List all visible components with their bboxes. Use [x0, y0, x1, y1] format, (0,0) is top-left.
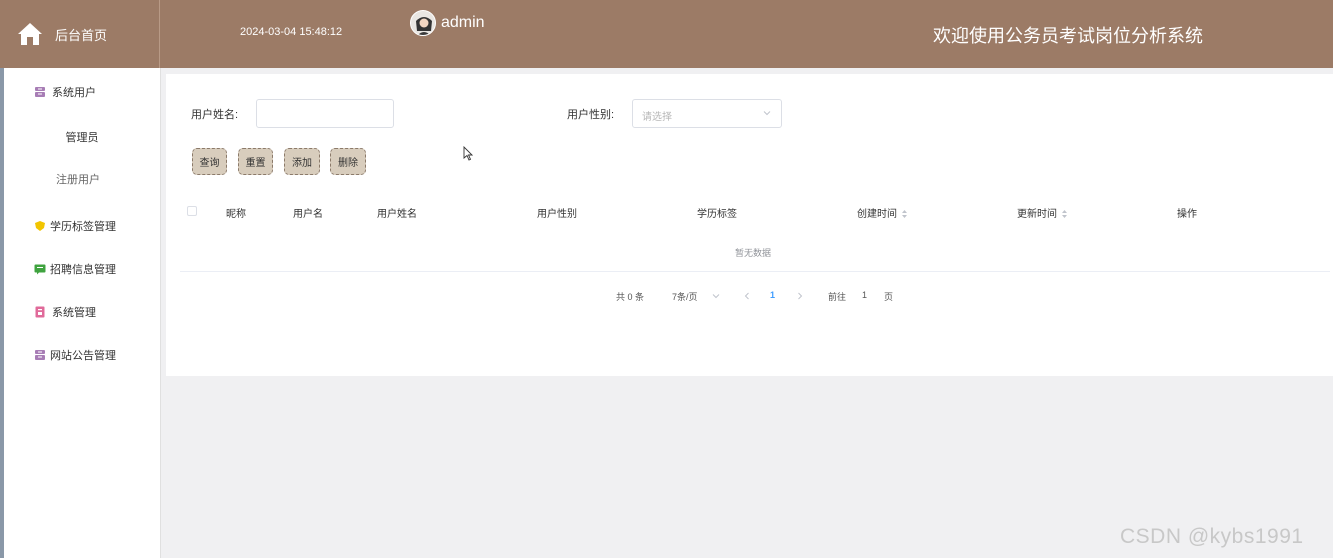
sidebar-subitem-label: 管理员: [65, 132, 99, 144]
column-header-real-name: 用户姓名: [377, 209, 417, 220]
add-button[interactable]: 添加: [284, 148, 320, 175]
user-info[interactable]: admin: [410, 10, 485, 36]
pagination-current-page[interactable]: 1: [770, 290, 775, 300]
archive-icon: [35, 87, 45, 97]
empty-table-text: 暂无数据: [735, 248, 772, 258]
home-link[interactable]: 后台首页: [4, 0, 160, 68]
chevron-down-icon: [763, 111, 771, 116]
sidebar-item-label: 系统用户: [52, 87, 96, 99]
site-title: 欢迎使用公务员考试岗位分析系统: [933, 26, 1203, 46]
column-header-updated-time[interactable]: 更新时间: [1017, 205, 1068, 220]
column-header-label: 创建时间: [857, 209, 897, 220]
gender-filter-label: 用户性别:: [567, 109, 615, 121]
watermark: CSDN @kybs1991: [1120, 525, 1304, 548]
sidebar-subitem-admins[interactable]: 管理员: [4, 129, 160, 145]
sidebar-item-system-management[interactable]: 系统管理: [4, 301, 160, 323]
gender-filter-select[interactable]: 请选择: [632, 99, 782, 128]
sidebar: 系统用户 管理员 注册用户 学历标签管理 招聘信息管理 系统管理 网站公告管理: [4, 68, 161, 558]
chevron-left-icon[interactable]: [743, 292, 751, 300]
sort-icon[interactable]: [1061, 209, 1068, 219]
column-header-education-tag: 学历标签: [697, 209, 737, 220]
delete-button[interactable]: 删除: [330, 148, 366, 175]
goto-page-input[interactable]: 1: [862, 290, 867, 300]
select-all-checkbox[interactable]: [187, 206, 197, 216]
chevron-right-icon[interactable]: [796, 292, 804, 300]
name-filter-input[interactable]: [256, 99, 394, 128]
sidebar-item-system-users[interactable]: 系统用户: [4, 81, 160, 103]
message-icon: [34, 264, 46, 275]
current-datetime: 2024-03-04 15:48:12: [240, 26, 343, 38]
sidebar-item-recruitment[interactable]: 招聘信息管理: [4, 258, 160, 280]
sidebar-subitem-registered-users[interactable]: 注册用户: [0, 171, 156, 187]
reset-button[interactable]: 重置: [238, 148, 273, 175]
page-unit-label: 页: [884, 292, 894, 302]
column-header-created-time[interactable]: 创建时间: [857, 205, 908, 220]
archive-icon: [35, 350, 45, 360]
avatar: [410, 10, 436, 36]
home-label: 后台首页: [55, 27, 108, 43]
pagination-total: 共 0 条: [616, 292, 645, 302]
name-filter-label: 用户姓名:: [191, 109, 239, 121]
document-icon: [35, 306, 45, 318]
sort-icon[interactable]: [901, 209, 908, 219]
chevron-down-icon[interactable]: [712, 292, 720, 300]
mouse-cursor-icon: [463, 146, 473, 161]
gender-filter-placeholder: 请选择: [642, 112, 672, 123]
home-icon: [18, 23, 42, 45]
goto-label: 前往: [828, 292, 847, 302]
top-header: 后台首页 2024-03-04 15:48:12 admin 欢迎使用公务员考试…: [0, 0, 1333, 68]
sidebar-item-label: 网站公告管理: [50, 350, 116, 362]
username: admin: [441, 14, 485, 31]
sidebar-item-label: 招聘信息管理: [50, 264, 116, 276]
sidebar-item-education-tags[interactable]: 学历标签管理: [4, 215, 160, 237]
column-header-actions: 操作: [1177, 209, 1197, 220]
column-header-label: 更新时间: [1017, 209, 1057, 220]
page-size-select[interactable]: 7条/页: [672, 290, 698, 303]
sidebar-subitem-label: 注册用户: [56, 174, 100, 186]
query-button[interactable]: 查询: [192, 148, 227, 175]
column-header-username: 用户名: [293, 209, 323, 220]
column-header-gender: 用户性别: [537, 209, 577, 220]
sidebar-item-label: 系统管理: [52, 307, 96, 319]
sidebar-item-label: 学历标签管理: [50, 221, 116, 233]
table-divider: [180, 271, 1330, 272]
column-header-nickname: 昵称: [226, 209, 246, 220]
shield-icon: [35, 221, 45, 231]
sidebar-item-announcements[interactable]: 网站公告管理: [4, 344, 160, 366]
